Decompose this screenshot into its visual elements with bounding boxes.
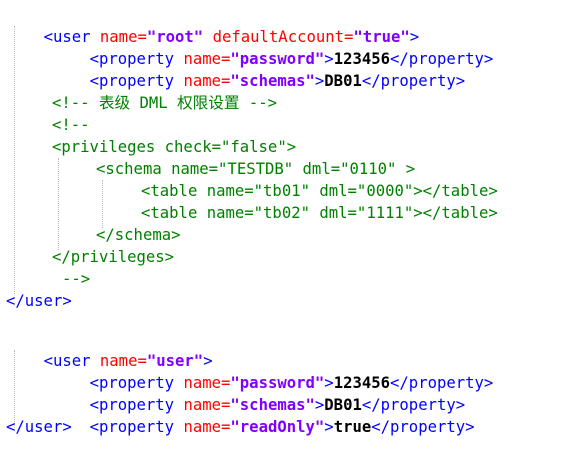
code-line: <property name="schemas">DB01</property> bbox=[52, 48, 466, 90]
xml-text: true bbox=[333, 418, 372, 436]
xml-attribute: name= bbox=[183, 418, 231, 436]
indent-guide bbox=[58, 158, 59, 250]
xml-attribute-value: "schemas" bbox=[230, 72, 315, 90]
code-line: <user name="root" defaultAccount="true"> bbox=[6, 4, 420, 46]
xml-tag-open: <property bbox=[89, 72, 184, 90]
code-comment: <table name="tb01" dml="0000"></table> bbox=[141, 182, 498, 200]
xml-text: DB01 bbox=[324, 72, 362, 90]
code-comment: <!-- bbox=[52, 116, 90, 134]
code-comment: --> bbox=[62, 270, 91, 288]
xml-tag-bracket: > bbox=[314, 72, 325, 90]
code-line: <property name="schemas">DB01</property> bbox=[52, 372, 466, 414]
code-comment: <privileges check="false"> bbox=[52, 138, 297, 156]
xml-tag-close: </property> bbox=[361, 72, 466, 90]
xml-tag-open: <property bbox=[89, 418, 184, 436]
xml-tag-close: </user> bbox=[6, 418, 72, 436]
code-comment: <schema name="TESTDB" dml="0110" > bbox=[96, 160, 416, 178]
code-line: <property name="password">123456</proper… bbox=[52, 26, 494, 68]
xml-attribute: name= bbox=[183, 72, 231, 90]
xml-tag-close: </user> bbox=[6, 292, 72, 310]
code-line: <property name="readOnly">true</property… bbox=[52, 394, 475, 436]
code-line: <user name="user"> bbox=[6, 328, 213, 370]
xml-attribute-value: "readOnly" bbox=[230, 418, 325, 436]
code-comment: </schema> bbox=[96, 226, 181, 244]
indent-guide bbox=[102, 180, 103, 228]
code-comment: <table name="tb02" dml="1111"></table> bbox=[141, 204, 498, 222]
xml-tag-close: </property> bbox=[371, 418, 475, 436]
xml-code-editor[interactable]: <user name="root" defaultAccount="true">… bbox=[0, 0, 576, 446]
code-comment: </privileges> bbox=[52, 248, 175, 266]
code-comment: <!-- 表级 DML 权限设置 --> bbox=[52, 94, 277, 112]
code-line: <property name="password">123456</proper… bbox=[52, 350, 494, 392]
xml-tag-bracket: > bbox=[324, 418, 334, 436]
